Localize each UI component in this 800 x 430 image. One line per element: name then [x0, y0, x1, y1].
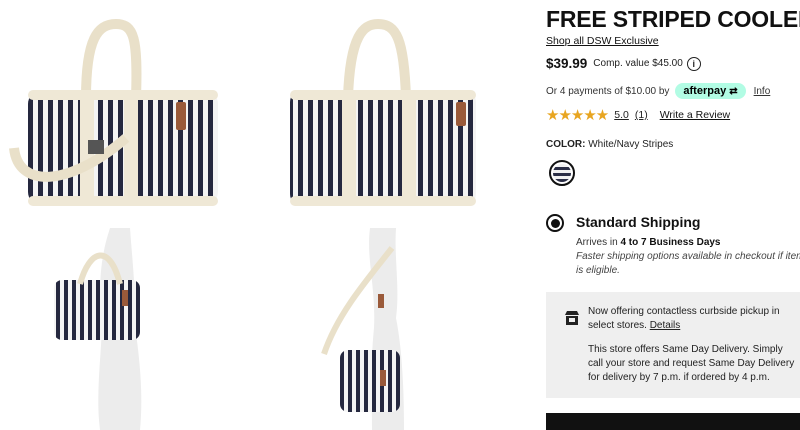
color-row: COLOR: White/Navy Stripes [546, 139, 673, 150]
store-icon [565, 311, 579, 325]
radio-selected-dot [550, 218, 560, 228]
sameday-text: This store offers Same Day Delivery. Sim… [588, 344, 795, 383]
rating-row: ★★★★★ 5.0 (1) Write a Review [546, 106, 730, 124]
add-to-bag-button[interactable] [546, 413, 800, 430]
shipping-faster-note: Faster shipping options available in che… [576, 251, 800, 276]
afterpay-arrow-icon: ⇄ [729, 85, 738, 97]
color-value: White/Navy Stripes [588, 139, 674, 150]
color-label: COLOR: [546, 139, 586, 150]
color-swatch[interactable] [549, 160, 575, 186]
arrives-prefix: Arrives in [576, 237, 621, 248]
product-details: FREE STRIPED COOLER Shop all DSW Exclusi… [546, 0, 800, 430]
product-title: FREE STRIPED COOLER [546, 6, 800, 32]
curbside-message: Now offering contactless curbside pickup… [588, 306, 780, 331]
price: $39.99 [546, 56, 588, 71]
shipping-arrives: Arrives in 4 to 7 Business Days [576, 237, 721, 248]
details-link[interactable]: Details [650, 320, 681, 331]
product-image-side[interactable] [278, 18, 498, 218]
arrives-days: 4 to 7 Business Days [620, 237, 721, 248]
price-row: $39.99 Comp. value $45.00 i [546, 56, 701, 71]
shipping-title: Standard Shipping [576, 214, 701, 230]
shipping-radio[interactable] [546, 214, 564, 232]
shop-all-link[interactable]: Shop all DSW Exclusive [546, 35, 659, 47]
write-review-link[interactable]: Write a Review [660, 109, 730, 121]
info-icon[interactable]: i [686, 56, 701, 71]
afterpay-row: Or 4 payments of $10.00 by afterpay ⇄ In… [546, 83, 770, 99]
product-image-mannequin-shoulder[interactable] [40, 228, 200, 430]
product-image-mannequin-crossbody[interactable] [300, 228, 460, 430]
curbside-text: Now offering contactless curbside pickup… [588, 305, 800, 333]
product-gallery [0, 0, 530, 430]
swatch-pattern [553, 164, 571, 182]
store-info-box: Now offering contactless curbside pickup… [546, 292, 800, 398]
rating-stars: ★★★★★ [546, 107, 609, 124]
afterpay-badge[interactable]: afterpay ⇄ [675, 83, 746, 99]
comp-value: Comp. value $45.00 [593, 58, 683, 69]
afterpay-info-link[interactable]: Info [754, 86, 771, 97]
rating-count[interactable]: (1) [635, 109, 648, 121]
product-image-front[interactable] [8, 18, 228, 218]
rating-value[interactable]: 5.0 [614, 109, 629, 121]
afterpay-brand: afterpay [683, 85, 727, 97]
afterpay-text: Or 4 payments of $10.00 by [546, 85, 670, 97]
